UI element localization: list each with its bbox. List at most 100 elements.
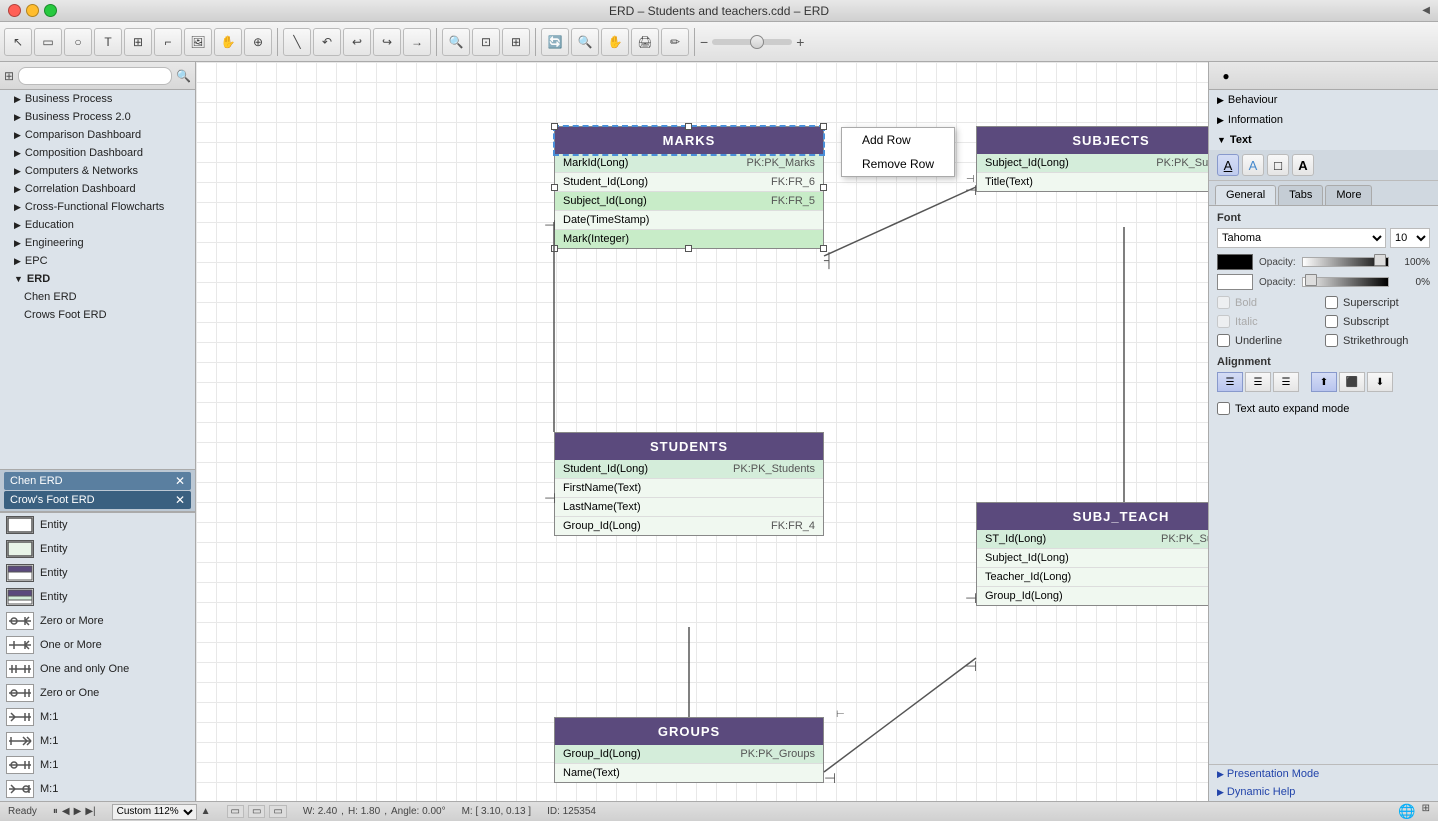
cb-bold-input[interactable] [1217, 296, 1230, 309]
text-font-icon[interactable]: A [1292, 154, 1314, 176]
handle-mr[interactable] [820, 184, 827, 191]
cb-strikethrough-input[interactable] [1325, 334, 1338, 347]
students-row-studentid[interactable]: Student_Id(Long) PK:PK_Students [555, 460, 823, 479]
close-button[interactable] [8, 4, 21, 17]
subjteach-row-groupid[interactable]: Group_Id(Long) FK:FR_1 [977, 587, 1208, 605]
cb-italic-input[interactable] [1217, 315, 1230, 328]
undo-tool[interactable]: ↩ [343, 28, 371, 56]
cb-superscript[interactable]: Superscript [1325, 296, 1430, 309]
students-row-groupid[interactable]: Group_Id(Long) FK:FR_4 [555, 517, 823, 535]
pan[interactable]: ✋ [601, 28, 629, 56]
tab-chen-erd[interactable]: Chen ERD ✕ [4, 472, 191, 490]
shape-one-more[interactable]: One or More [0, 633, 195, 657]
shape-one-only-one[interactable]: One and only One [0, 657, 195, 681]
students-table[interactable]: STUDENTS Student_Id(Long) PK:PK_Students… [554, 432, 824, 536]
sidebar-item-crows-foot-erd[interactable]: Crows Foot ERD [0, 306, 195, 324]
handle-tm[interactable] [685, 123, 692, 130]
subjects-table[interactable]: SUBJECTS Subject_Id(Long) PK:PK_Subjects… [976, 126, 1208, 192]
handle-br[interactable] [820, 245, 827, 252]
marks-row-studentid[interactable]: Student_Id(Long) FK:FR_6 [555, 173, 823, 192]
groups-row-groupid[interactable]: Group_Id(Long) PK:PK_Groups [555, 745, 823, 764]
subjteach-row-subjectid[interactable]: Subject_Id(Long) FK:FR_3 [977, 549, 1208, 568]
nav-next-icon[interactable]: ▶ [74, 806, 82, 817]
handle-bl[interactable] [551, 245, 558, 252]
zoom-region-tool[interactable]: ⊕ [244, 28, 272, 56]
cb-subscript[interactable]: Subscript [1325, 315, 1430, 328]
select-tool[interactable]: ↖ [4, 28, 32, 56]
sidebar-item-engineering[interactable]: ▶ Engineering [0, 234, 195, 252]
cb-bold[interactable]: Bold [1217, 296, 1322, 309]
nav-prev-icon[interactable]: ◀ [62, 806, 70, 817]
sidebar-item-business-process-2[interactable]: ▶ Business Process 2.0 [0, 108, 195, 126]
image-tool[interactable]: 🖼 [184, 28, 212, 56]
group-tool[interactable]: ⊞ [124, 28, 152, 56]
shape-entity-1[interactable]: Entity [0, 513, 195, 537]
opacity-bar-1[interactable] [1302, 257, 1389, 267]
zoom-fit[interactable]: ⊞ [502, 28, 530, 56]
sidebar-item-composition[interactable]: ▶ Composition Dashboard [0, 144, 195, 162]
align-bottom-btn[interactable]: ⬇ [1367, 372, 1393, 392]
sidebar-item-computers[interactable]: ▶ Computers & Networks [0, 162, 195, 180]
sidebar-item-epc[interactable]: ▶ EPC [0, 252, 195, 270]
nav-end-icon[interactable]: ▶| [85, 806, 95, 817]
subjects-row-subjectid[interactable]: Subject_Id(Long) PK:PK_Subjects [977, 154, 1208, 173]
sidebar-item-comparison[interactable]: ▶ Comparison Dashboard [0, 126, 195, 144]
text-tool[interactable]: T [94, 28, 122, 56]
text-underline-icon[interactable]: A [1217, 154, 1239, 176]
hand-tool[interactable]: ✋ [214, 28, 242, 56]
zoom-increment-icon[interactable]: ▲ [201, 806, 211, 817]
rp-section-information[interactable]: ▶ Information [1209, 110, 1438, 130]
rp-section-text[interactable]: ▼ Text [1209, 130, 1438, 150]
font-size-select[interactable]: 10 [1390, 228, 1430, 248]
fit-page[interactable]: ⊡ [472, 28, 500, 56]
zoom-track[interactable] [712, 39, 792, 45]
shape-entity-2[interactable]: Entity [0, 537, 195, 561]
cb-italic[interactable]: Italic [1217, 315, 1322, 328]
marks-table[interactable]: MARKS MarkId(Long) PK:PK_Marks Student_I… [554, 126, 824, 249]
font-select[interactable]: Tahoma [1217, 228, 1386, 248]
grid-icon[interactable]: ⊞ [4, 69, 14, 83]
rect-tool[interactable]: ▭ [34, 28, 62, 56]
cb-underline[interactable]: Underline [1217, 334, 1322, 347]
resize-icon[interactable]: ⊞ [1422, 803, 1430, 820]
zoom-select[interactable]: Custom 112% [112, 804, 197, 820]
sidebar-item-cross-functional[interactable]: ▶ Cross-Functional Flowcharts [0, 198, 195, 216]
students-row-firstname[interactable]: FirstName(Text) [555, 479, 823, 498]
opacity-bar-2[interactable] [1302, 277, 1389, 287]
opacity-thumb-1[interactable] [1374, 254, 1386, 266]
connector-tool[interactable]: ⌐ [154, 28, 182, 56]
page-btn-2[interactable]: ▭ [248, 805, 265, 818]
zoom-in-icon[interactable]: + [796, 34, 804, 50]
refresh[interactable]: 🔄 [541, 28, 569, 56]
page-btn-1[interactable]: ▭ [227, 805, 244, 818]
cb-superscript-input[interactable] [1325, 296, 1338, 309]
text-auto-expand-checkbox[interactable] [1217, 402, 1230, 415]
search-input[interactable] [18, 67, 172, 85]
rp-tab-general[interactable]: General [1215, 185, 1276, 205]
curve-tool[interactable]: ↶ [313, 28, 341, 56]
arrow-tool[interactable]: → [403, 28, 431, 56]
shape-entity-4[interactable]: Entity [0, 585, 195, 609]
text-highlight-icon[interactable]: A [1242, 154, 1264, 176]
shape-m1-c[interactable]: M:1 [0, 753, 195, 777]
cb-underline-input[interactable] [1217, 334, 1230, 347]
print[interactable]: 🖨 [631, 28, 659, 56]
cb-strikethrough[interactable]: Strikethrough [1325, 334, 1430, 347]
rp-section-behaviour[interactable]: ▶ Behaviour [1209, 90, 1438, 110]
canvas-area[interactable]: ⊣ ⊢ MARKS MarkId(Long) PK:PK_Marks Stude… [196, 62, 1208, 801]
sidebar-item-education[interactable]: ▶ Education [0, 216, 195, 234]
handle-tl[interactable] [551, 123, 558, 130]
align-right-btn[interactable]: ☰ [1273, 372, 1299, 392]
shape-m1-b[interactable]: M:1 [0, 729, 195, 753]
sidebar-item-chen-erd[interactable]: Chen ERD [0, 288, 195, 306]
shape-zero-one[interactable]: Zero or One [0, 681, 195, 705]
rp-link-presentation[interactable]: ▶ Presentation Mode [1209, 765, 1438, 783]
rp-tab-more[interactable]: More [1325, 185, 1372, 205]
collapse-button[interactable]: ◀ [1422, 5, 1430, 16]
align-top-btn[interactable]: ⬆ [1311, 372, 1337, 392]
align-middle-btn[interactable]: ⬛ [1339, 372, 1365, 392]
sidebar-item-erd[interactable]: ▼ ERD [0, 270, 195, 288]
groups-row-name[interactable]: Name(Text) [555, 764, 823, 782]
nav-pause-icon[interactable]: ⏸ [53, 806, 58, 817]
ellipse-tool[interactable]: ○ [64, 28, 92, 56]
